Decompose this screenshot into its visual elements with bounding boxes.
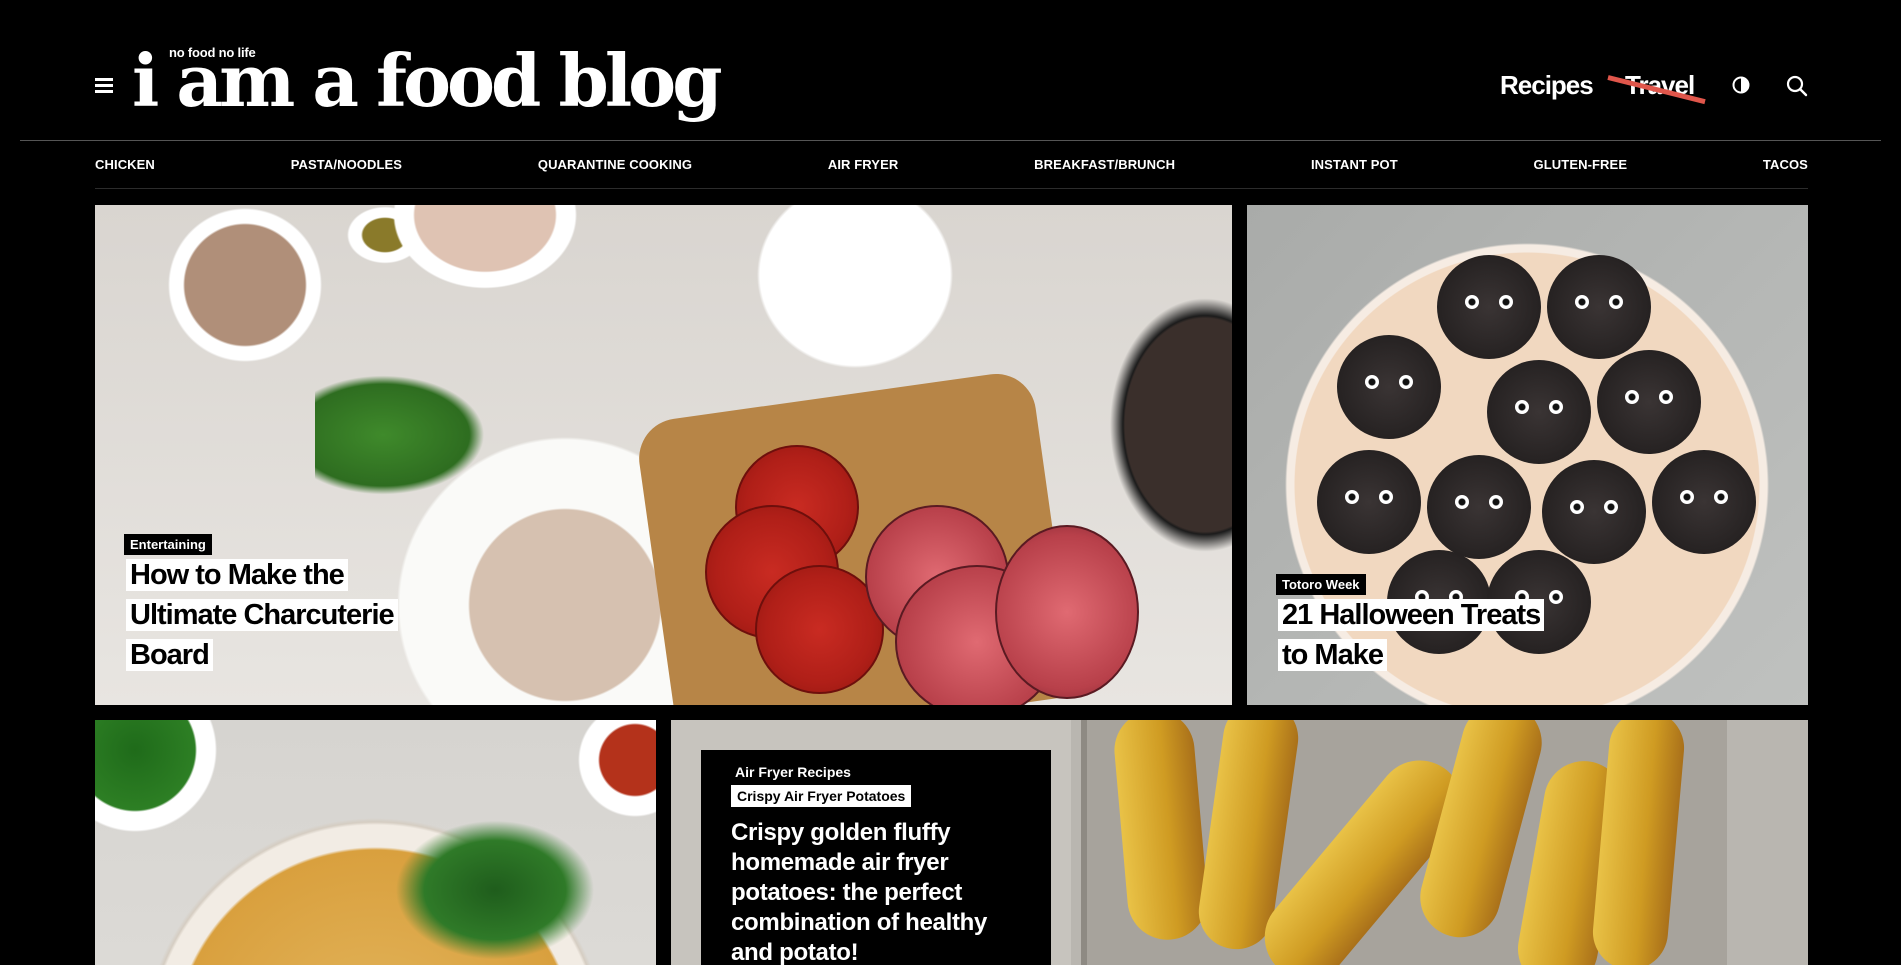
feature-card-air-fryer-potatoes[interactable]: Air Fryer Recipes Crispy Air Fryer Potat… <box>671 720 1808 965</box>
category-gluten-free[interactable]: GLUTEN-FREE <box>1534 157 1628 172</box>
contrast-icon[interactable] <box>1732 76 1750 94</box>
promo-description[interactable]: Crispy golden fluffy homemade air fryer … <box>731 818 1031 965</box>
feature-card-wonton-soup[interactable] <box>95 720 656 965</box>
brownie-image <box>1337 335 1441 439</box>
promo-tag[interactable]: Crispy Air Fryer Potatoes <box>731 785 912 807</box>
card-title-line: to Make <box>1278 639 1387 671</box>
category-air-fryer[interactable]: AIR FRYER <box>828 157 898 172</box>
brownie-image <box>1427 455 1531 559</box>
brownie-image <box>1317 450 1421 554</box>
logo-tagline: no food no life <box>169 45 256 60</box>
card-title-line: 21 Halloween Treats <box>1278 599 1545 631</box>
brownie-image <box>1487 360 1591 464</box>
category-chicken[interactable]: CHICKEN <box>95 157 155 172</box>
search-icon[interactable] <box>1786 75 1808 97</box>
card-title[interactable]: 21 Halloween Treats to Make <box>1278 595 1545 675</box>
brownie-image <box>1547 255 1651 359</box>
category-instant-pot[interactable]: INSTANT POT <box>1311 157 1398 172</box>
menu-icon[interactable] <box>95 78 113 93</box>
category-quarantine-cooking[interactable]: QUARANTINE COOKING <box>538 157 692 172</box>
card-title-line: Ultimate Charcuterie <box>126 599 398 631</box>
card-title[interactable]: How to Make the Ultimate Charcuterie Boa… <box>126 555 398 675</box>
card-title-line: Board <box>126 639 213 671</box>
card-title-line: How to Make the <box>126 559 348 591</box>
brownie-image <box>1652 450 1756 554</box>
promo-category[interactable]: Air Fryer Recipes <box>735 764 851 780</box>
brownie-image <box>1597 350 1701 454</box>
bok-choy-image <box>395 820 595 960</box>
brownie-image <box>1437 255 1541 359</box>
category-nav-divider <box>95 188 1808 189</box>
salami-slice <box>995 525 1139 699</box>
site-logo[interactable]: no food no life i am a food blog <box>132 38 723 122</box>
category-nav: CHICKEN PASTA/NOODLES QUARANTINE COOKING… <box>95 157 1808 172</box>
feature-card-charcuterie[interactable]: Entertaining How to Make the Ultimate Ch… <box>95 205 1232 705</box>
nav-link-recipes[interactable]: Recipes <box>1500 70 1594 101</box>
category-pasta-noodles[interactable]: PASTA/NOODLES <box>291 157 402 172</box>
header-divider <box>20 140 1881 141</box>
promo-box: Air Fryer Recipes Crispy Air Fryer Potat… <box>701 750 1051 965</box>
card-category-tag[interactable]: Entertaining <box>124 534 212 555</box>
basil-leaves-image <box>315 375 485 495</box>
site-header: no food no life i am a food blog Recipes… <box>0 0 1901 140</box>
card-category-tag[interactable]: Totoro Week <box>1276 574 1366 595</box>
brownie-image <box>1542 460 1646 564</box>
category-tacos[interactable]: TACOS <box>1763 157 1808 172</box>
feature-card-halloween[interactable]: Totoro Week 21 Halloween Treats to Make <box>1247 205 1808 705</box>
category-breakfast-brunch[interactable]: BREAKFAST/BRUNCH <box>1034 157 1175 172</box>
